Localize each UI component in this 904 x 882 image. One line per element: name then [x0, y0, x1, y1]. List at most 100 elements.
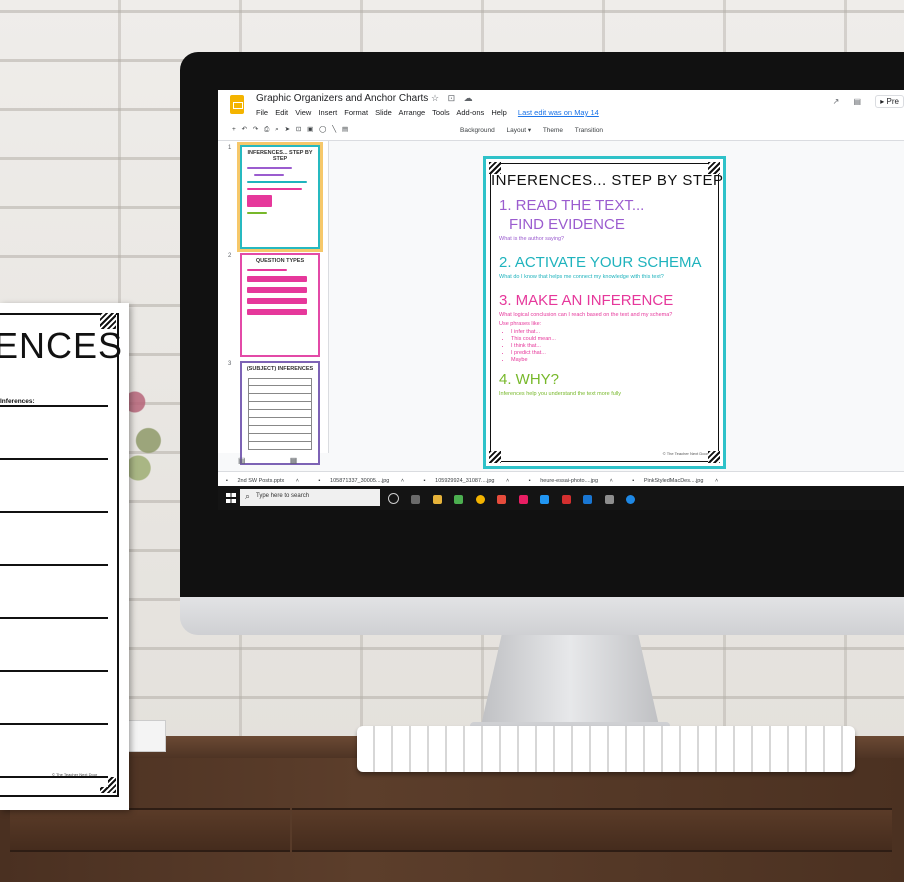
downloads-bar: ▪ 2nd SW Posts.pptx ˄ ▪ 105871337_30005.…: [218, 471, 904, 486]
filmstrip-view-icon[interactable]: ▤: [238, 456, 246, 465]
windows-taskbar: ⌕ Type here to search: [218, 486, 904, 510]
menu-slide[interactable]: Slide: [375, 108, 392, 117]
slide-inner-frame: INFERENCES... STEP BY STEP 1. READ THE T…: [489, 162, 724, 463]
layout-button[interactable]: Layout ▾: [507, 127, 532, 134]
app-icon[interactable]: [540, 495, 550, 504]
toolbar: + ↶ ↷ ⎙ ⌕ ➤ ⊡ ▣ ◯ ╲ ▤ Background Layout …: [218, 122, 904, 141]
menu-help[interactable]: Help: [491, 108, 506, 117]
slide-number: 1: [228, 145, 232, 151]
download-item[interactable]: ▪ 2nd SW Posts.pptx ˄: [226, 475, 299, 484]
taskbar-search[interactable]: ⌕ Type here to search: [240, 489, 380, 506]
thumb-line: [247, 212, 267, 214]
step-1-prompt: What is the author saying?: [499, 236, 565, 242]
keyboard: [357, 726, 855, 772]
new-slide-icon[interactable]: +: [232, 126, 238, 133]
menu-tools[interactable]: Tools: [432, 108, 450, 117]
select-icon[interactable]: ➤: [285, 126, 292, 133]
phrase-item: Maybe: [511, 357, 718, 363]
download-item[interactable]: ▪ PinkStyledMacDes....jpg ˄: [632, 475, 718, 484]
thumb-line: [247, 195, 272, 207]
thumb-line: [247, 309, 307, 315]
download-filename: 105871337_30005....jpg: [330, 478, 390, 484]
menu-file[interactable]: File: [256, 108, 268, 117]
slide-main[interactable]: INFERENCES... STEP BY STEP 1. READ THE T…: [483, 156, 726, 469]
menu-edit[interactable]: Edit: [275, 108, 288, 117]
download-filename: heure-essai-photo....jpg: [540, 478, 599, 484]
phrase-item: This could mean...: [511, 336, 718, 342]
corner-ornament: [489, 451, 501, 463]
menu-format[interactable]: Format: [344, 108, 368, 117]
phrases-list: I infer that... This could mean... I thi…: [505, 329, 718, 363]
slide-credit: © The Teacher Next Door: [662, 451, 708, 456]
cortana-icon[interactable]: [388, 493, 399, 504]
present-button[interactable]: ▸ Pre: [875, 95, 904, 108]
step-1: 1. READ THE TEXT...: [499, 197, 645, 214]
windows-start-icon[interactable]: [226, 493, 236, 503]
step-4-prompt: Inferences help you understand the text …: [499, 391, 621, 397]
slide-thumbnail-3[interactable]: (SUBJECT) INFERENCES: [240, 361, 320, 465]
print-icon[interactable]: ⎙: [264, 126, 271, 133]
screen: Graphic Organizers and Anchor Charts ☆ ⊡…: [218, 90, 904, 510]
step-1-sub: FIND EVIDENCE: [509, 216, 625, 233]
theme-button[interactable]: Theme: [543, 127, 563, 134]
toolbar-icons: + ↶ ↷ ⎙ ⌕ ➤ ⊡ ▣ ◯ ╲ ▤: [232, 125, 350, 134]
last-edit-link[interactable]: Last edit was on May 14: [518, 108, 599, 117]
menu-arrange[interactable]: Arrange: [399, 108, 426, 117]
phrase-item: I infer that...: [511, 329, 718, 335]
edge-icon[interactable]: [625, 495, 635, 504]
redo-icon[interactable]: ↷: [253, 126, 260, 133]
comments-icon[interactable]: ▤: [854, 97, 862, 106]
star-move-cloud-icons[interactable]: ☆ ⊡ ☁: [431, 93, 476, 104]
transition-button[interactable]: Transition: [575, 127, 603, 134]
thumbnail-title: INFERENCES... STEP BY STEP: [247, 150, 313, 162]
filmstrip-view-toggle: ▤ ▦: [238, 456, 297, 465]
thumb-line: [247, 287, 307, 293]
thumb-line: [254, 174, 284, 176]
download-item[interactable]: ▪ heure-essai-photo....jpg ˄: [529, 475, 613, 484]
chrome-icon[interactable]: [475, 495, 485, 504]
menu-view[interactable]: View: [295, 108, 311, 117]
grid-view-icon[interactable]: ▦: [290, 456, 298, 465]
download-item[interactable]: ▪ 105929924_31087....jpg ˄: [424, 475, 510, 484]
download-filename: 2nd SW Posts.pptx: [237, 478, 285, 484]
worksheet-label: Inferences:: [0, 398, 35, 405]
corner-ornament: [708, 162, 720, 174]
task-view-icon[interactable]: [411, 495, 421, 504]
download-item[interactable]: ▪ 105871337_30005....jpg ˄: [319, 475, 405, 484]
file-explorer-icon[interactable]: [432, 495, 442, 504]
slide-filmstrip: 1 INFERENCES... STEP BY STEP 2 QUESTION …: [218, 141, 329, 465]
slide-title: INFERENCES... STEP BY STEP: [491, 172, 724, 189]
step-3-prompt: What logical conclusion can I reach base…: [499, 312, 673, 318]
slide-thumbnail-2[interactable]: QUESTION TYPES: [240, 253, 320, 357]
menu-addons[interactable]: Add-ons: [456, 108, 484, 117]
slide-number: 3: [228, 361, 232, 367]
acrobat-icon[interactable]: [561, 495, 571, 504]
app-icon[interactable]: [604, 495, 614, 504]
zoom-icon[interactable]: ⌕: [275, 126, 281, 133]
line-icon[interactable]: ╲: [332, 126, 338, 133]
slide-thumbnail-1[interactable]: INFERENCES... STEP BY STEP: [237, 142, 323, 252]
phrase-item: I think that...: [511, 343, 718, 349]
image-icon[interactable]: ▣: [307, 126, 315, 133]
worksheet-title: ENCES: [0, 325, 124, 366]
corner-ornament: [708, 451, 720, 463]
office-icon[interactable]: [497, 495, 507, 504]
store-icon[interactable]: [454, 495, 464, 504]
comment-add-icon[interactable]: ▤: [342, 126, 350, 133]
background-button[interactable]: Background: [460, 127, 495, 134]
corner-ornament: [489, 162, 501, 174]
undo-icon[interactable]: ↶: [242, 126, 249, 133]
worksheet-rows: [0, 405, 108, 787]
phrase-item: I predict that...: [511, 350, 718, 356]
photoshop-icon[interactable]: [583, 495, 593, 504]
shape-icon[interactable]: ◯: [319, 126, 328, 133]
activity-icon[interactable]: ↗: [833, 97, 840, 106]
thumb-line: [247, 181, 307, 183]
document-title[interactable]: Graphic Organizers and Anchor Charts: [256, 93, 428, 104]
step-4: 4. WHY?: [499, 371, 560, 388]
slides-logo-icon[interactable]: [230, 95, 244, 114]
app-icon[interactable]: [518, 495, 528, 504]
menu-insert[interactable]: Insert: [318, 108, 337, 117]
textbox-icon[interactable]: ⊡: [296, 126, 303, 133]
search-placeholder: Type here to search: [256, 493, 310, 499]
